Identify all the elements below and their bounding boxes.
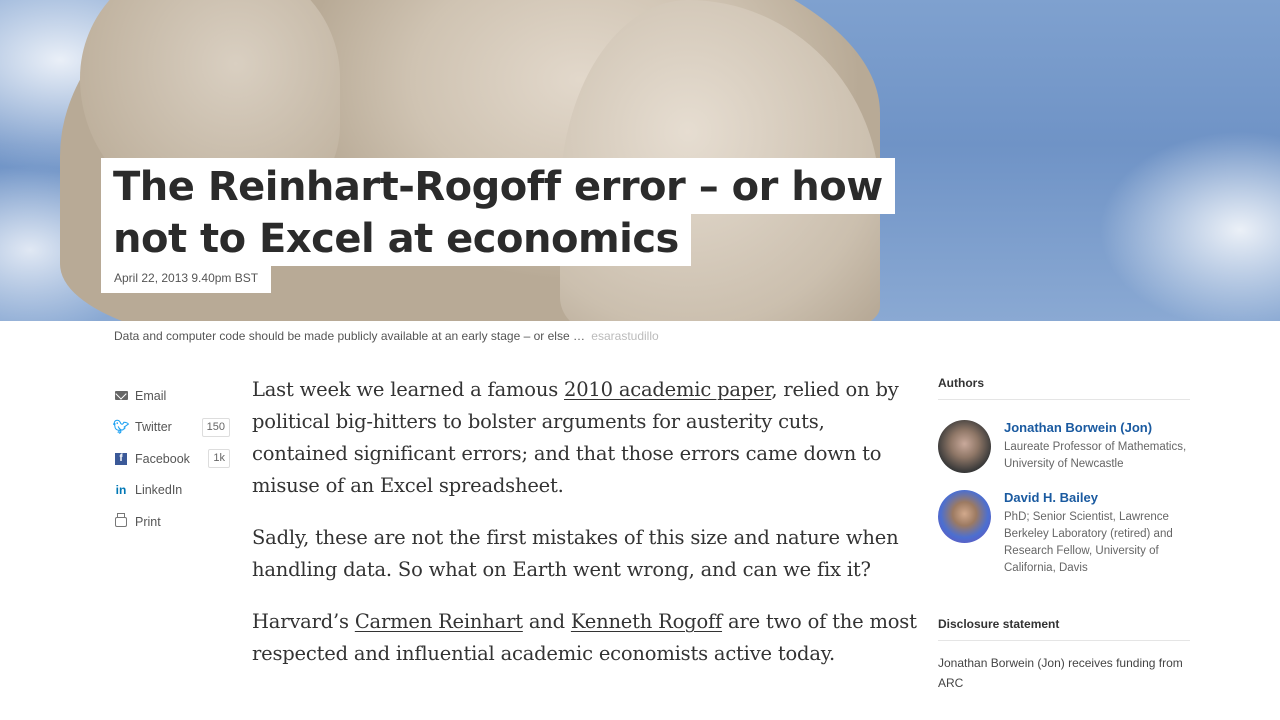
author-name[interactable]: David H. Bailey — [1004, 490, 1190, 506]
share-linkedin[interactable]: in LinkedIn — [114, 475, 230, 507]
avatar[interactable] — [938, 420, 991, 473]
publish-date: April 22, 2013 9.40pm BST — [101, 266, 272, 293]
image-credit[interactable]: esarastudillo — [591, 329, 658, 343]
share-label: LinkedIn — [135, 483, 183, 498]
share-twitter[interactable]: 🐦︎ Twitter 150 — [112, 412, 230, 444]
share-count: 150 — [201, 417, 230, 437]
text: and — [522, 610, 571, 633]
print-icon — [114, 512, 128, 529]
share-bar: Email 🐦︎ Twitter 150 f Facebook 1k in Li… — [112, 380, 230, 538]
avatar[interactable] — [938, 490, 991, 543]
article-body: Last week we learned a famous 2010 acade… — [252, 374, 922, 690]
paragraph: Sadly, these are not the first mistakes … — [252, 526, 899, 581]
share-label: Twitter — [135, 420, 172, 435]
authors-heading: Authors — [938, 376, 1190, 400]
link-academic-paper[interactable]: 2010 academic paper — [564, 378, 772, 401]
share-label: Print — [135, 514, 161, 529]
article-title: The Reinhart-Rogoff error – or how not t… — [101, 158, 895, 266]
share-label: Email — [135, 388, 167, 403]
facebook-icon: f — [114, 452, 128, 466]
linkedin-icon: in — [115, 483, 127, 498]
email-icon — [114, 389, 128, 403]
title-line-2: not to Excel at economics — [101, 210, 691, 266]
share-count: 1k — [208, 449, 230, 469]
link-kenneth-rogoff[interactable]: Kenneth Rogoff — [571, 610, 722, 633]
share-email[interactable]: Email — [114, 380, 230, 412]
author-role: Laureate Professor of Mathematics, Unive… — [1004, 441, 1187, 470]
caption-text: Data and computer code should be made pu… — [114, 329, 585, 343]
hero-image: The Reinhart-Rogoff error – or how not t… — [0, 0, 1280, 321]
author-card: David H. Bailey PhD; Senior Scientist, L… — [938, 490, 1190, 577]
image-caption: Data and computer code should be made pu… — [114, 329, 659, 343]
paragraph: Last week we learned a famous 2010 acade… — [252, 374, 922, 502]
share-print[interactable]: Print — [114, 506, 230, 538]
author-role: PhD; Senior Scientist, Lawrence Berkeley… — [1004, 511, 1173, 574]
author-card: Jonathan Borwein (Jon) Laureate Professo… — [938, 420, 1190, 473]
disclosure-text: Jonathan Borwein (Jon) receives funding … — [938, 656, 1183, 690]
twitter-icon: 🐦︎ — [112, 419, 130, 435]
text: Harvard’s — [252, 610, 355, 633]
link-carmen-reinhart[interactable]: Carmen Reinhart — [355, 610, 523, 633]
text: Last week we learned a famous — [252, 378, 564, 401]
author-name[interactable]: Jonathan Borwein (Jon) — [1004, 420, 1190, 436]
paragraph: Harvard’s Carmen Reinhart and Kenneth Ro… — [252, 606, 922, 670]
title-line-1: The Reinhart-Rogoff error – or how — [101, 158, 895, 214]
sidebar: Authors Jonathan Borwein (Jon) Laureate … — [938, 376, 1190, 693]
share-label: Facebook — [135, 451, 190, 466]
share-facebook[interactable]: f Facebook 1k — [114, 443, 230, 475]
disclosure-section: Disclosure statement Jonathan Borwein (J… — [938, 617, 1190, 693]
disclosure-heading: Disclosure statement — [938, 617, 1190, 641]
